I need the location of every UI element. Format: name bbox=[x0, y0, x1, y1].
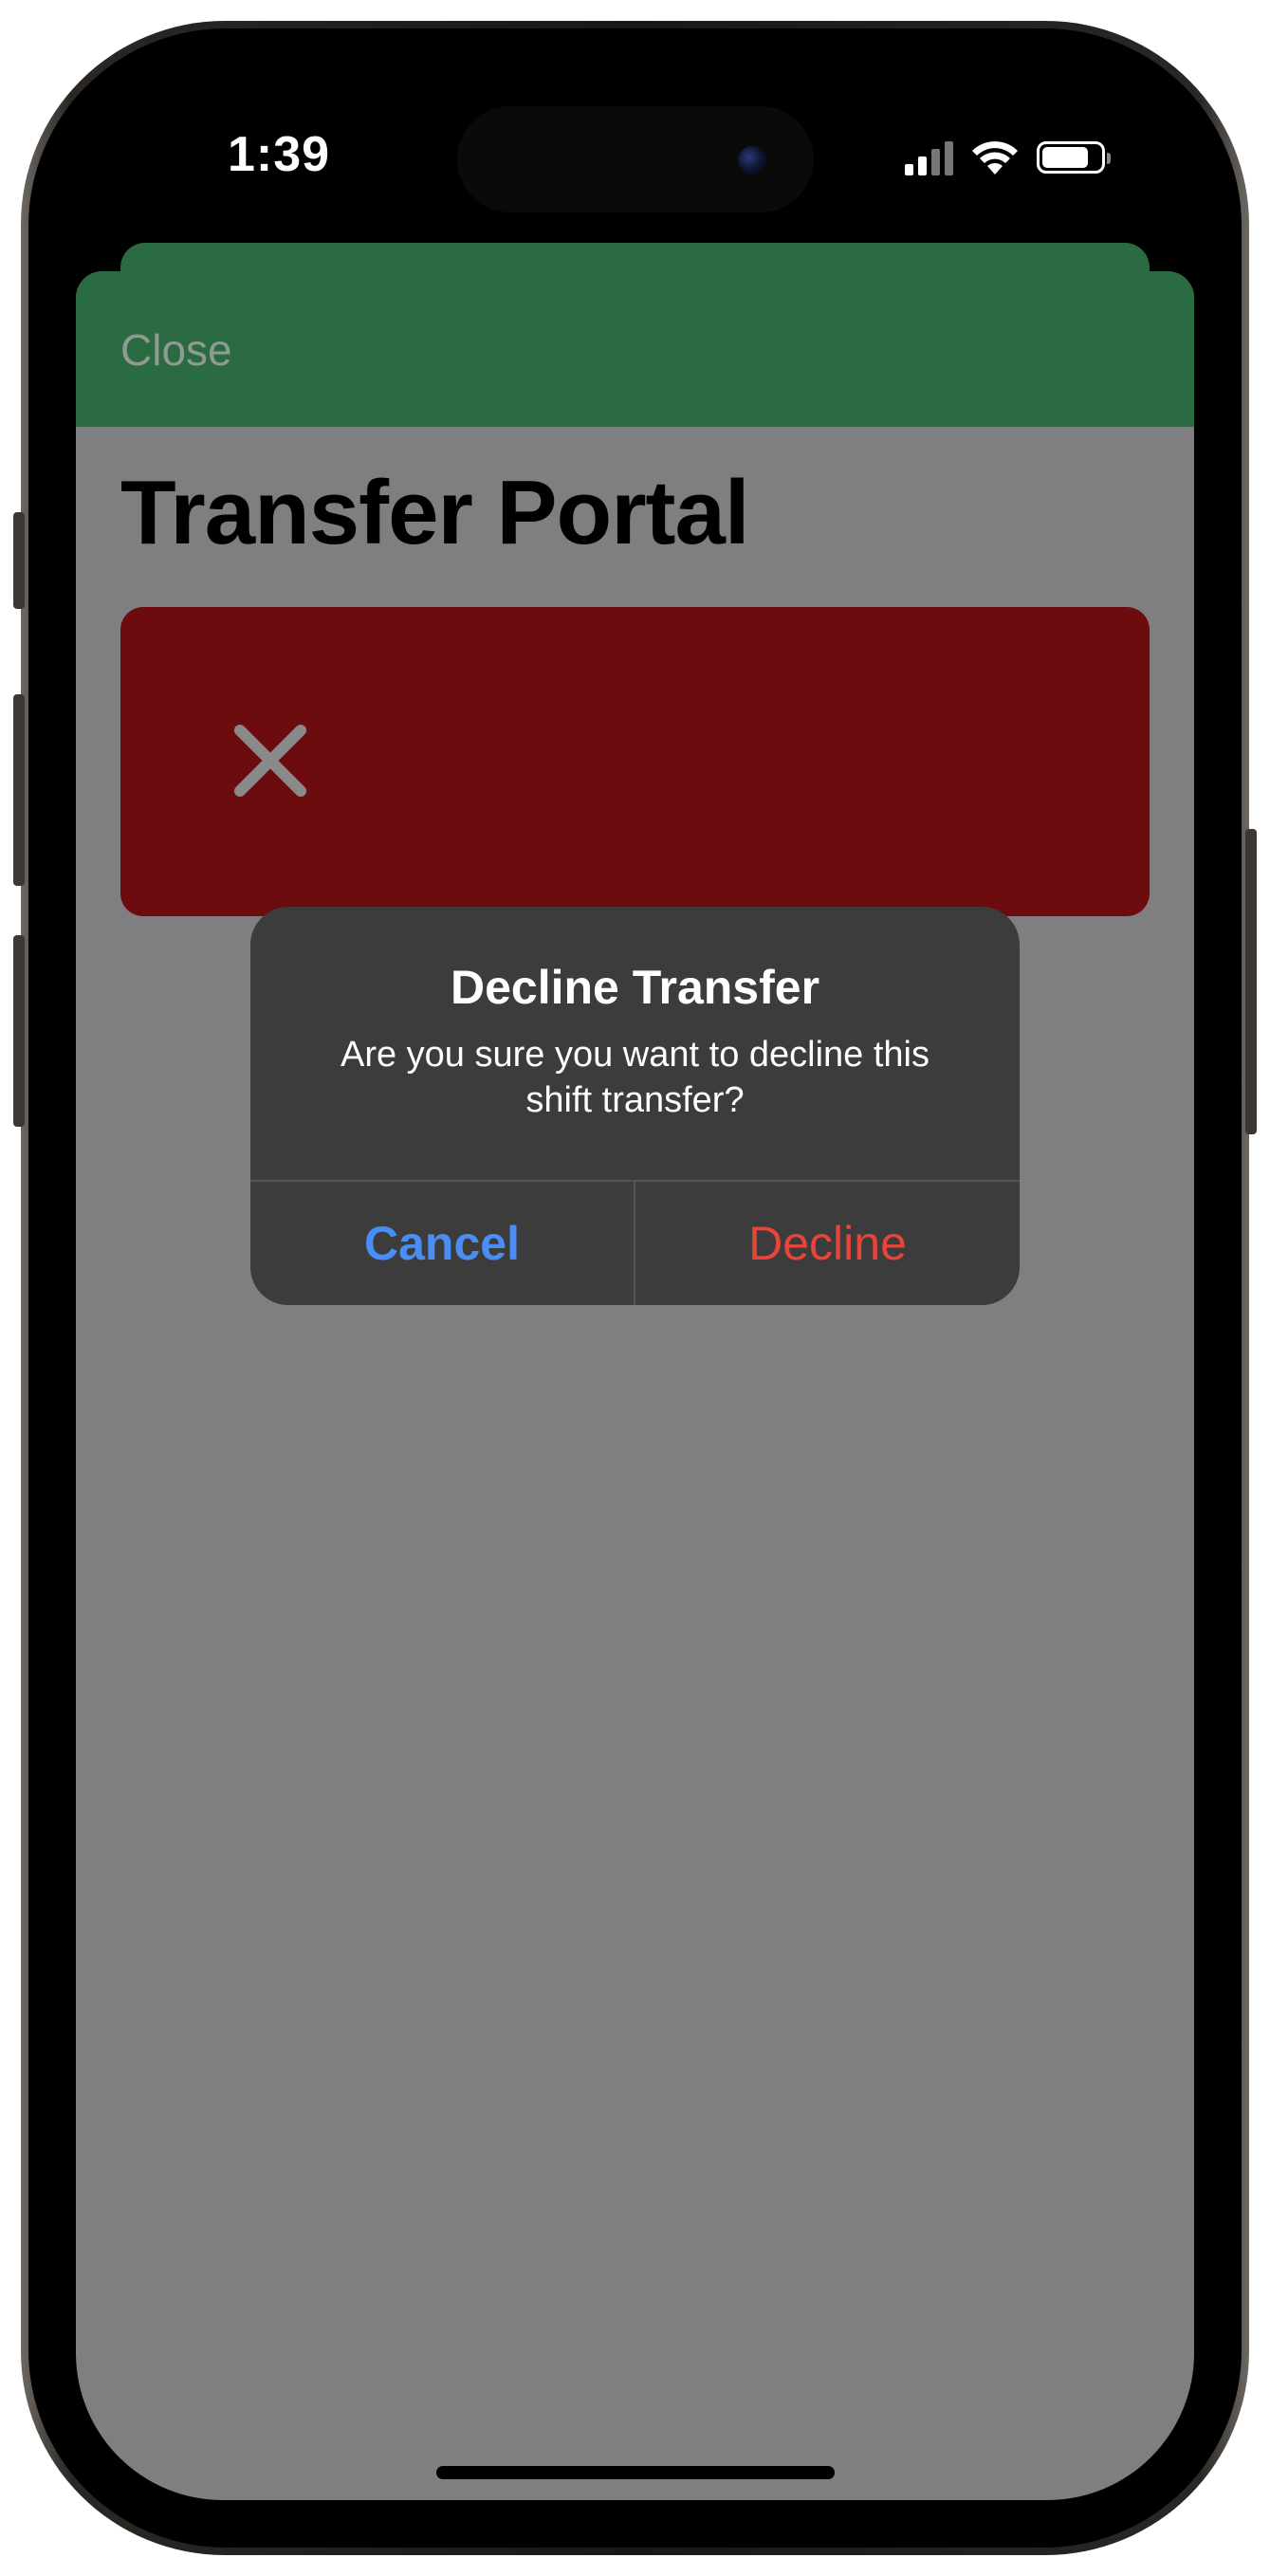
home-indicator[interactable] bbox=[436, 2466, 835, 2479]
wifi-icon bbox=[972, 141, 1018, 175]
close-button[interactable]: Close bbox=[120, 324, 232, 376]
volume-up-button bbox=[13, 694, 25, 886]
battery-icon bbox=[1037, 141, 1111, 174]
front-camera-icon bbox=[738, 146, 766, 175]
status-icons bbox=[905, 138, 1111, 176]
alert-title: Decline Transfer bbox=[450, 961, 820, 1014]
modal-sheet: Close Transfer Portal bbox=[76, 271, 1194, 2500]
status-bar: 1:39 bbox=[76, 55, 1194, 245]
volume-down-button bbox=[13, 935, 25, 1127]
navigation-bar: Close bbox=[76, 271, 1194, 427]
decline-transfer-alert: Decline Transfer Are you sure you want t… bbox=[250, 907, 1020, 1305]
power-button bbox=[1245, 829, 1257, 1134]
cancel-button[interactable]: Cancel bbox=[250, 1182, 634, 1305]
decline-button[interactable]: Decline bbox=[635, 1182, 1020, 1305]
cellular-signal-icon bbox=[905, 139, 953, 175]
page-title: Transfer Portal bbox=[120, 462, 750, 563]
screen: 1:39 Close Transfer Portal Decline Trans… bbox=[76, 55, 1194, 2500]
status-time: 1:39 bbox=[228, 127, 331, 182]
decline-banner bbox=[120, 607, 1150, 916]
x-mark-icon bbox=[234, 725, 306, 797]
alert-message: Are you sure you want to decline this sh… bbox=[340, 1035, 929, 1120]
action-button bbox=[13, 512, 25, 609]
